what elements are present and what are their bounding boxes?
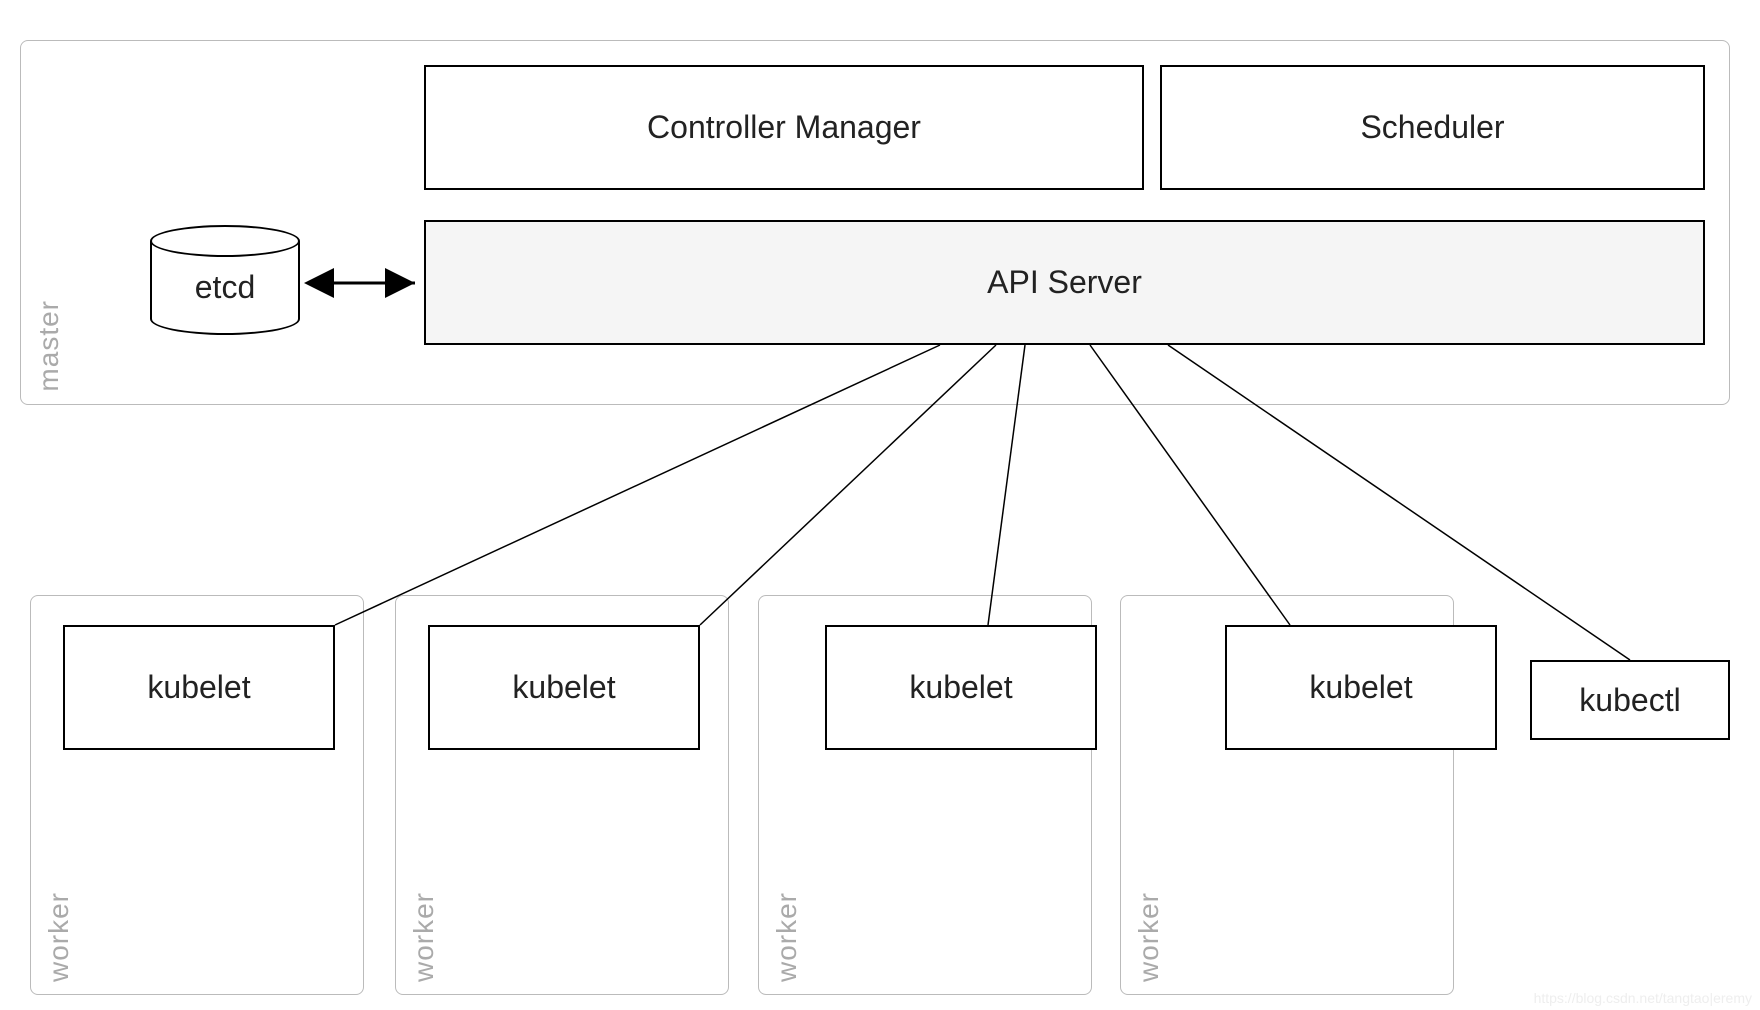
scheduler-label: Scheduler [1360,109,1504,146]
master-label: master [33,300,65,392]
kubelet-label-2: kubelet [512,669,615,706]
kubelet-label-4: kubelet [1309,669,1412,706]
api-server-box: API Server [424,220,1705,345]
controller-manager-label: Controller Manager [647,109,921,146]
kubectl-box: kubectl [1530,660,1730,740]
kubelet-box-4: kubelet [1225,625,1497,750]
controller-manager-box: Controller Manager [424,65,1144,190]
kubelet-label-3: kubelet [909,669,1012,706]
etcd-label: etcd [150,269,300,306]
worker-label-1: worker [43,892,75,982]
etcd-cylinder: etcd [150,225,300,335]
api-server-label: API Server [987,264,1142,301]
worker-label-3: worker [771,892,803,982]
etcd-top-ellipse [150,225,300,257]
kubelet-box-2: kubelet [428,625,700,750]
worker-label-4: worker [1133,892,1165,982]
watermark: https://blog.csdn.net/tangtao|eremy [1534,990,1752,1006]
kubectl-label: kubectl [1579,682,1680,719]
kubelet-label-1: kubelet [147,669,250,706]
scheduler-box: Scheduler [1160,65,1705,190]
kubelet-box-1: kubelet [63,625,335,750]
kubelet-box-3: kubelet [825,625,1097,750]
worker-label-2: worker [408,892,440,982]
